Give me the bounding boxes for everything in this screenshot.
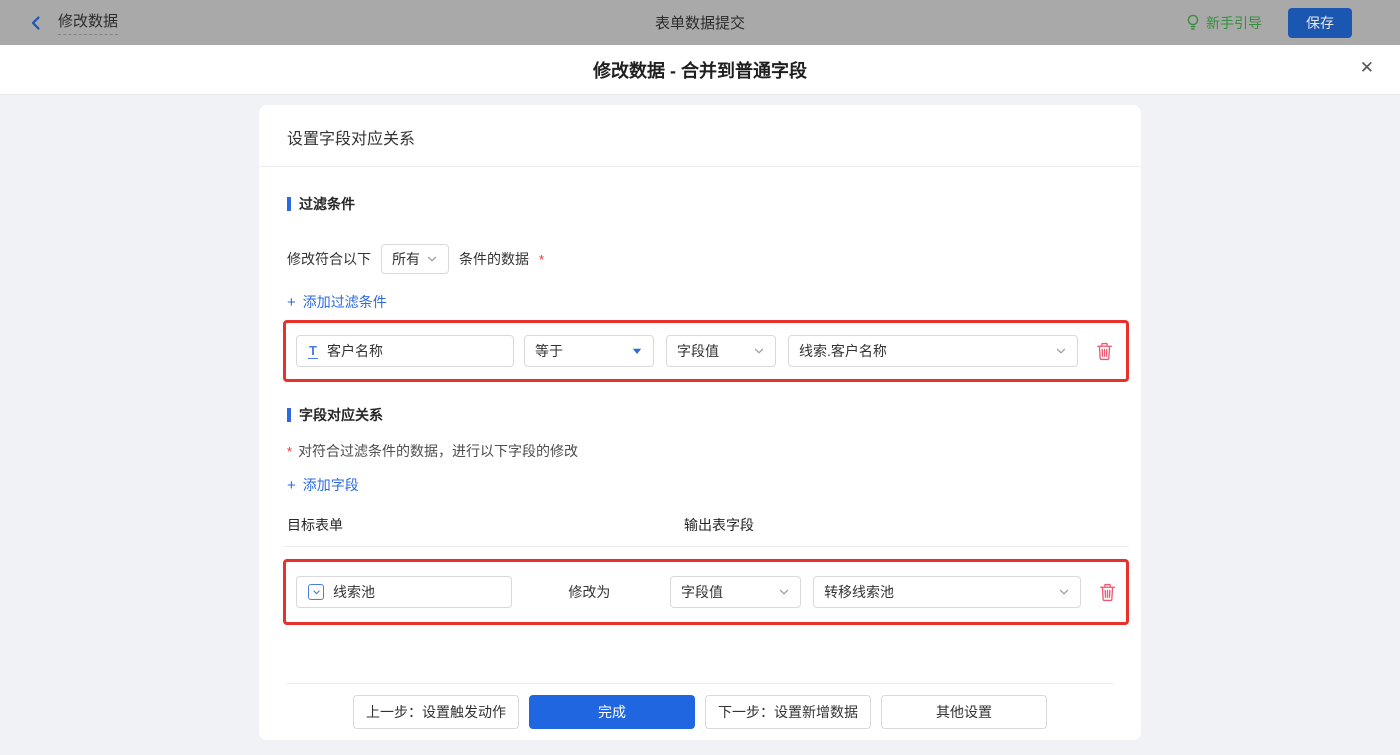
- screen: 修改数据 表单数据提交 新手引导 保存 修改数据 - 合并到普通字段 ✕ 设置字…: [0, 0, 1400, 755]
- card-content: 过滤条件 修改符合以下 所有 条件的数据 * + 添加过滤条件 T 客户名称 等…: [259, 167, 1141, 740]
- filter-field-input[interactable]: T 客户名称: [296, 335, 514, 367]
- save-button[interactable]: 保存: [1288, 7, 1352, 38]
- chevron-down-icon: [1059, 589, 1069, 595]
- condition-suffix-label: 条件的数据: [459, 251, 529, 267]
- select-field-icon: [308, 584, 324, 600]
- chevron-down-icon: [754, 348, 764, 354]
- prev-step-button[interactable]: 上一步：设置触发动作: [353, 695, 519, 729]
- modify-to-label: 修改为: [568, 584, 611, 600]
- topbar-actions: 新手引导 保存: [1186, 7, 1352, 38]
- done-button[interactable]: 完成: [529, 695, 695, 729]
- mapping-table-headers: 目标表单 输出表字段: [287, 515, 1113, 533]
- beginner-guide-label: 新手引导: [1206, 14, 1262, 31]
- add-field-label: 添加字段: [302, 477, 359, 493]
- trash-icon: [1099, 583, 1116, 601]
- operator-value: 等于: [535, 343, 563, 359]
- filter-section-label: 过滤条件: [299, 196, 355, 212]
- caret-down-icon: [632, 348, 642, 354]
- topbar: 修改数据 表单数据提交 新手引导 保存: [0, 0, 1400, 45]
- filter-section-title: 过滤条件: [287, 194, 1113, 214]
- mapping-description: 对符合过滤条件的数据，进行以下字段的修改: [298, 443, 579, 459]
- required-asterisk: *: [287, 443, 293, 459]
- mapping-description-row: * 对符合过滤条件的数据，进行以下字段的修改: [287, 441, 1113, 461]
- modal-body: 设置字段对应关系 过滤条件 修改符合以下 所有 条件的数据 * + 添加过滤条件…: [0, 95, 1400, 755]
- filter-rule-row: T 客户名称 等于 字段值 线索.客户名称: [283, 320, 1129, 382]
- delete-mapping-button[interactable]: [1099, 583, 1116, 602]
- lightbulb-icon: [1186, 14, 1200, 31]
- condition-prefix-label: 修改符合以下: [287, 251, 371, 267]
- filter-value: 线索.客户名称: [799, 343, 887, 359]
- required-asterisk: *: [539, 251, 545, 267]
- back-navigation[interactable]: 修改数据: [28, 10, 119, 35]
- mapping-value-type: 字段值: [680, 584, 723, 600]
- beginner-guide-link[interactable]: 新手引导: [1186, 13, 1262, 33]
- mapping-value-select[interactable]: 转移线索池: [813, 576, 1081, 608]
- card-footer: 上一步：设置触发动作 完成 下一步：设置新增数据 其他设置: [287, 683, 1113, 740]
- filter-value-select[interactable]: 线索.客户名称: [788, 335, 1078, 367]
- delete-filter-button[interactable]: [1096, 342, 1113, 361]
- operator-select[interactable]: 等于: [524, 335, 654, 367]
- filter-condition-row: 修改符合以下 所有 条件的数据 *: [287, 244, 1113, 274]
- chevron-down-icon: [427, 256, 437, 262]
- plus-icon: +: [287, 476, 296, 494]
- mapping-section-label: 字段对应关系: [299, 407, 383, 423]
- section-accent-bar: [287, 197, 291, 211]
- chevron-down-icon: [1056, 348, 1066, 354]
- chevron-down-icon: [779, 589, 789, 595]
- modal-header: 修改数据 - 合并到普通字段 ✕: [0, 45, 1400, 95]
- close-icon[interactable]: ✕: [1360, 59, 1374, 76]
- mapping-value: 转移线索池: [824, 584, 895, 600]
- header-divider: [283, 546, 1129, 547]
- match-mode-select[interactable]: 所有: [381, 244, 449, 274]
- filter-value-type-select[interactable]: 字段值: [666, 335, 776, 367]
- target-field-input[interactable]: 线索池: [296, 576, 513, 608]
- settings-card: 设置字段对应关系 过滤条件 修改符合以下 所有 条件的数据 * + 添加过滤条件…: [259, 105, 1141, 740]
- filter-value-type: 字段值: [677, 343, 719, 359]
- filter-field-value: 客户名称: [326, 343, 383, 359]
- plus-icon: +: [287, 293, 296, 311]
- mapping-section-title: 字段对应关系: [287, 405, 1113, 425]
- back-label[interactable]: 修改数据: [58, 10, 119, 35]
- mapping-value-type-select[interactable]: 字段值: [669, 576, 802, 608]
- add-field-link[interactable]: + 添加字段: [287, 475, 359, 495]
- add-filter-condition-label: 添加过滤条件: [302, 294, 387, 310]
- modal-title: 修改数据 - 合并到普通字段: [593, 60, 807, 81]
- match-mode-value: 所有: [392, 251, 420, 267]
- mapping-rule-row: 线索池 修改为 字段值 转移线索池: [283, 559, 1129, 625]
- chevron-left-icon[interactable]: [28, 15, 44, 31]
- add-filter-condition-link[interactable]: + 添加过滤条件: [287, 292, 387, 312]
- section-accent-bar: [287, 408, 291, 422]
- text-field-icon: T: [308, 342, 318, 359]
- target-field-value: 线索池: [333, 584, 375, 600]
- next-step-button[interactable]: 下一步：设置新增数据: [705, 695, 871, 729]
- other-settings-button[interactable]: 其他设置: [881, 695, 1047, 729]
- card-header-title: 设置字段对应关系: [259, 105, 1141, 167]
- output-field-column-header: 输出表字段: [684, 517, 754, 533]
- trash-icon: [1096, 342, 1113, 360]
- target-form-column-header: 目标表单: [287, 517, 343, 533]
